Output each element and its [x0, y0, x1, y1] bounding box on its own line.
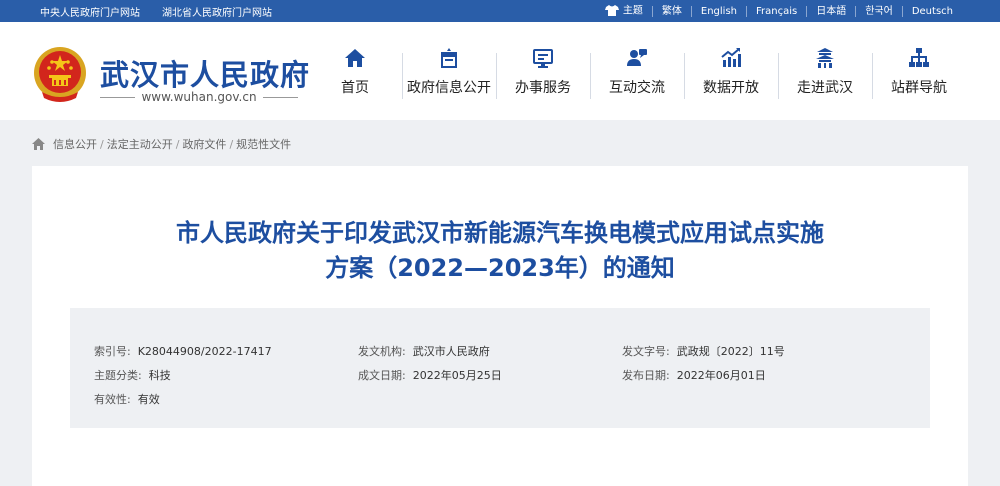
- meta-published-label: 发布日期:: [622, 369, 670, 382]
- nav-about-wuhan[interactable]: 走进武汉: [778, 22, 872, 120]
- breadcrumb-normative-docs[interactable]: 规范性文件: [236, 136, 291, 152]
- nav-home[interactable]: 首页: [308, 22, 402, 120]
- breadcrumb: 信息公开 / 法定主动公开 / 政府文件 / 规范性文件: [32, 136, 291, 152]
- shirt-icon: [604, 5, 619, 17]
- meta-created: 成文日期: 2022年05月25日: [358, 367, 502, 383]
- german-link[interactable]: Deutsch: [901, 5, 962, 17]
- public-info-icon: [441, 48, 457, 68]
- breadcrumb-info-public[interactable]: 信息公开: [53, 136, 97, 152]
- meta-published-value: 2022年06月01日: [676, 369, 766, 382]
- breadcrumb-gov-docs[interactable]: 政府文件: [182, 136, 226, 152]
- breadcrumb-home-icon[interactable]: [32, 138, 45, 150]
- traditional-chinese-link[interactable]: 繁体: [651, 5, 691, 17]
- nav-home-label: 首页: [341, 80, 369, 96]
- japanese-link[interactable]: 日本語: [806, 5, 855, 17]
- interaction-icon: [627, 49, 647, 66]
- pavilion-icon: [816, 48, 834, 68]
- document-title-line2: 方案（2022—2023年）的通知: [325, 254, 675, 282]
- french-link[interactable]: Français: [746, 5, 806, 17]
- nav-public-info-label: 政府信息公开: [407, 80, 491, 96]
- document-meta: 索引号: K28044908/2022-17417 发文机构: 武汉市人民政府 …: [70, 308, 930, 428]
- nav-services[interactable]: 办事服务: [496, 22, 590, 120]
- national-emblem-icon: [34, 47, 86, 102]
- nav-open-data-label: 数据开放: [703, 80, 759, 96]
- site-url: www.wuhan.gov.cn: [100, 90, 299, 104]
- theme-label: 主题: [622, 5, 643, 17]
- document-title: 市人民政府关于印发武汉市新能源汽车换电模式应用试点实施 方案（2022—2023…: [32, 216, 968, 286]
- breadcrumb-statutory[interactable]: 法定主动公开: [107, 136, 173, 152]
- site-header: 武汉市人民政府 www.wuhan.gov.cn 首页 政府信息公开 办事服务 …: [0, 22, 1000, 120]
- document-title-line1: 市人民政府关于印发武汉市新能源汽车换电模式应用试点实施: [176, 219, 824, 247]
- meta-topic-value: 科技: [148, 369, 171, 382]
- nav-interaction[interactable]: 互动交流: [590, 22, 684, 120]
- central-gov-link[interactable]: 中央人民政府门户网站: [40, 4, 140, 19]
- meta-created-label: 成文日期:: [358, 369, 406, 382]
- service-monitor-icon: [533, 49, 553, 68]
- breadcrumb-separator: /: [100, 137, 104, 151]
- url-divider-left: [100, 96, 136, 98]
- meta-topic: 主题分类: 科技: [94, 367, 171, 383]
- nav-services-label: 办事服务: [515, 80, 571, 96]
- top-bar: 中央人民政府门户网站 湖北省人民政府门户网站 主题 繁体 English Fra…: [0, 0, 1000, 22]
- theme-link[interactable]: 主题: [601, 5, 652, 17]
- meta-validity-label: 有效性:: [94, 393, 131, 406]
- breadcrumb-separator: /: [229, 137, 234, 151]
- meta-docno: 发文字号: 武政规〔2022〕11号: [622, 343, 785, 359]
- main-nav: 首页 政府信息公开 办事服务 互动交流 数据开放 走进武汉 站群导航: [308, 22, 966, 120]
- language-links: 主题 繁体 English Français 日本語 한국어 Deutsch: [601, 0, 962, 22]
- meta-validity-value: 有效: [137, 393, 160, 406]
- meta-created-value: 2022年05月25日: [412, 369, 502, 382]
- breadcrumb-separator: /: [175, 137, 180, 151]
- data-chart-icon: [721, 48, 741, 67]
- nav-about-wuhan-label: 走进武汉: [797, 80, 853, 96]
- site-url-text: www.wuhan.gov.cn: [141, 90, 257, 104]
- sitemap-icon: [909, 48, 929, 67]
- meta-issuer-value: 武汉市人民政府: [412, 345, 490, 358]
- meta-issuer-label: 发文机构:: [358, 345, 406, 358]
- nav-site-map-label: 站群导航: [891, 80, 947, 96]
- meta-validity: 有效性: 有效: [94, 391, 160, 407]
- document-card: 市人民政府关于印发武汉市新能源汽车换电模式应用试点实施 方案（2022—2023…: [32, 166, 968, 486]
- nav-public-info[interactable]: 政府信息公开: [402, 22, 496, 120]
- nav-interaction-label: 互动交流: [609, 80, 665, 96]
- meta-docno-label: 发文字号:: [622, 345, 670, 358]
- home-icon: [345, 49, 365, 67]
- hubei-gov-link[interactable]: 湖北省人民政府门户网站: [162, 4, 272, 19]
- meta-index: 索引号: K28044908/2022-17417: [94, 343, 272, 359]
- meta-docno-value: 武政规〔2022〕11号: [676, 345, 785, 358]
- meta-index-value: K28044908/2022-17417: [137, 345, 272, 358]
- meta-published: 发布日期: 2022年06月01日: [622, 367, 766, 383]
- meta-index-label: 索引号:: [94, 345, 131, 358]
- english-link[interactable]: English: [690, 5, 746, 17]
- korean-link[interactable]: 한국어: [855, 5, 902, 17]
- nav-open-data[interactable]: 数据开放: [684, 22, 778, 120]
- nav-site-map[interactable]: 站群导航: [872, 22, 966, 120]
- url-divider-right: [262, 96, 299, 98]
- top-bar-links: 中央人民政府门户网站 湖北省人民政府门户网站: [40, 0, 272, 22]
- meta-issuer: 发文机构: 武汉市人民政府: [358, 343, 490, 359]
- meta-topic-label: 主题分类:: [94, 369, 142, 382]
- site-title[interactable]: 武汉市人民政府: [100, 52, 310, 94]
